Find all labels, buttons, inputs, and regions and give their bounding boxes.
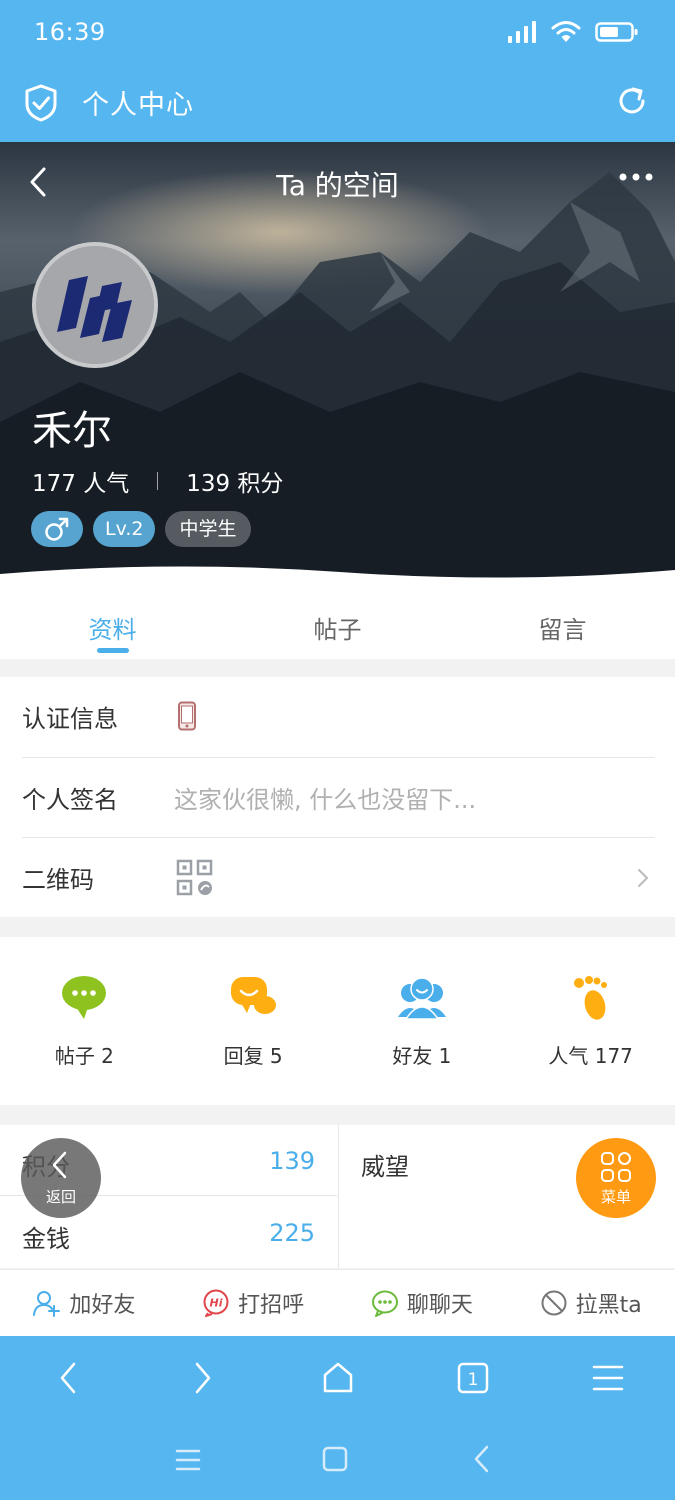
friends-stat[interactable]: 好友 1 bbox=[338, 937, 507, 1105]
grade-tag: 中学生 bbox=[165, 511, 251, 547]
say-hi-button[interactable]: Hi 打招呼 bbox=[169, 1270, 338, 1336]
friends-stat-label: 好友 1 bbox=[392, 1044, 452, 1068]
popularity-stat[interactable]: 人气 177 bbox=[506, 937, 675, 1105]
male-icon bbox=[45, 517, 69, 541]
signal-icon bbox=[508, 21, 536, 43]
weiwang-label: 威望 bbox=[361, 1153, 409, 1181]
qrcode-label: 二维码 bbox=[22, 866, 94, 894]
add-friend-icon bbox=[33, 1291, 61, 1317]
profile-hero: Ta 的空间 禾尔 177 人气 139 积分 Lv.2 中学生 bbox=[0, 142, 675, 592]
tabs-count-icon: 1 bbox=[457, 1362, 488, 1394]
tab-label: 留言 bbox=[538, 616, 587, 644]
cert-info-label: 认证信息 bbox=[22, 705, 118, 733]
cert-info-row: 认证信息 bbox=[22, 677, 655, 757]
browser-forward-icon bbox=[195, 1362, 210, 1394]
qrcode-icon bbox=[176, 859, 213, 896]
friends-icon bbox=[397, 977, 446, 1020]
avatar[interactable] bbox=[32, 242, 158, 368]
home-nav-icon[interactable] bbox=[322, 1446, 348, 1472]
battery-icon bbox=[595, 22, 638, 42]
refresh-icon[interactable] bbox=[615, 84, 649, 118]
system-nav-bar bbox=[0, 1420, 675, 1500]
browser-back-icon bbox=[60, 1362, 75, 1394]
profile-tabs: 资料 帖子 留言 bbox=[0, 592, 675, 659]
points-table: 积分 139 金钱 225 威望 bbox=[0, 1125, 675, 1268]
space-title: Ta 的空间 bbox=[276, 169, 399, 202]
tab-label: 帖子 bbox=[313, 616, 362, 644]
active-tab-indicator bbox=[96, 648, 129, 653]
add-friend-label: 加好友 bbox=[69, 1293, 136, 1318]
popularity-stat-label: 人气 177 bbox=[548, 1044, 633, 1068]
chevron-left-icon bbox=[52, 1151, 67, 1179]
tab-messages[interactable]: 留言 bbox=[450, 592, 675, 659]
jinqian-label: 金钱 bbox=[22, 1225, 70, 1253]
svg-text:Hi: Hi bbox=[210, 1297, 223, 1310]
browser-menu-button[interactable] bbox=[540, 1336, 675, 1420]
status-bar: 16:39 bbox=[0, 0, 675, 70]
signature-label: 个人签名 bbox=[22, 786, 118, 814]
browser-tabs-button[interactable]: 1 bbox=[405, 1336, 540, 1420]
floating-menu-label: 菜单 bbox=[600, 1188, 631, 1206]
app-title: 个人中心 bbox=[82, 90, 194, 121]
profile-tags: Lv.2 中学生 bbox=[31, 511, 251, 547]
profile-name: 禾尔 bbox=[32, 408, 112, 454]
browser-back-button[interactable] bbox=[0, 1336, 135, 1420]
tab-count: 1 bbox=[467, 1370, 478, 1390]
signature-row: 个人签名 这家伙很懒, 什么也没留下... bbox=[22, 757, 655, 837]
level-tag: Lv.2 bbox=[93, 511, 156, 547]
jifen-value: 139 bbox=[269, 1147, 315, 1175]
chat-label: 聊聊天 bbox=[406, 1293, 473, 1318]
chat-bubble-icon bbox=[62, 976, 107, 1019]
profile-info-card: 认证信息 个人签名 这家伙很懒, 什么也没留下... 二维码 bbox=[0, 677, 675, 917]
stats-divider bbox=[157, 472, 159, 490]
tab-label: 资料 bbox=[88, 616, 137, 644]
add-friend-button[interactable]: 加好友 bbox=[0, 1270, 169, 1336]
block-button[interactable]: 拉黑ta bbox=[506, 1270, 675, 1336]
browser-forward-button[interactable] bbox=[135, 1336, 270, 1420]
replies-stat-label: 回复 5 bbox=[223, 1044, 283, 1068]
avatar-logo-image bbox=[36, 246, 154, 364]
profile-actions: 加好友 Hi 打招呼 聊聊天 拉黑ta bbox=[0, 1269, 675, 1336]
tab-profile[interactable]: 资料 bbox=[0, 592, 225, 659]
chat-button[interactable]: 聊聊天 bbox=[338, 1270, 507, 1336]
floating-back-label: 返回 bbox=[45, 1188, 76, 1206]
footprint-icon bbox=[573, 976, 607, 1020]
chevron-right-icon bbox=[638, 869, 649, 887]
points-count: 139 积分 bbox=[186, 471, 284, 497]
jinqian-value: 225 bbox=[269, 1219, 315, 1247]
posts-stat-label: 帖子 2 bbox=[54, 1044, 114, 1068]
wifi-icon bbox=[551, 21, 581, 42]
qrcode-row[interactable]: 二维码 bbox=[22, 837, 655, 917]
browser-home-button[interactable] bbox=[270, 1336, 405, 1420]
shield-check-icon[interactable] bbox=[24, 84, 58, 122]
more-options-icon[interactable] bbox=[619, 172, 653, 182]
hero-wave-divider bbox=[0, 566, 675, 592]
block-icon bbox=[541, 1290, 567, 1316]
say-hi-label: 打招呼 bbox=[238, 1293, 305, 1318]
browser-toolbar: 1 bbox=[0, 1336, 675, 1420]
app-header: 个人中心 bbox=[0, 70, 675, 142]
posts-stat[interactable]: 帖子 2 bbox=[0, 937, 169, 1105]
hamburger-menu-icon bbox=[592, 1365, 623, 1391]
signature-value: 这家伙很懒, 什么也没留下... bbox=[174, 786, 477, 814]
floating-menu-button[interactable]: 菜单 bbox=[576, 1138, 656, 1218]
popularity-count: 177 人气 bbox=[32, 471, 130, 497]
tab-posts[interactable]: 帖子 bbox=[225, 592, 450, 659]
recent-apps-icon[interactable] bbox=[175, 1448, 201, 1472]
quick-stats: 帖子 2 回复 5 好友 1 人气 177 bbox=[0, 937, 675, 1105]
replies-stat[interactable]: 回复 5 bbox=[169, 937, 338, 1105]
reply-bubble-icon bbox=[231, 977, 277, 1014]
back-nav-icon[interactable] bbox=[472, 1445, 490, 1473]
menu-grid-icon bbox=[601, 1152, 631, 1182]
gender-tag bbox=[31, 511, 83, 547]
status-time: 16:39 bbox=[34, 18, 106, 46]
profile-stats: 177 人气 139 积分 bbox=[32, 464, 283, 498]
home-icon bbox=[323, 1362, 352, 1393]
phone-verified-icon bbox=[178, 701, 196, 731]
chat-icon bbox=[371, 1290, 398, 1317]
floating-back-button[interactable]: 返回 bbox=[21, 1138, 101, 1218]
hi-icon: Hi bbox=[203, 1289, 229, 1317]
block-label: 拉黑ta bbox=[575, 1293, 642, 1318]
